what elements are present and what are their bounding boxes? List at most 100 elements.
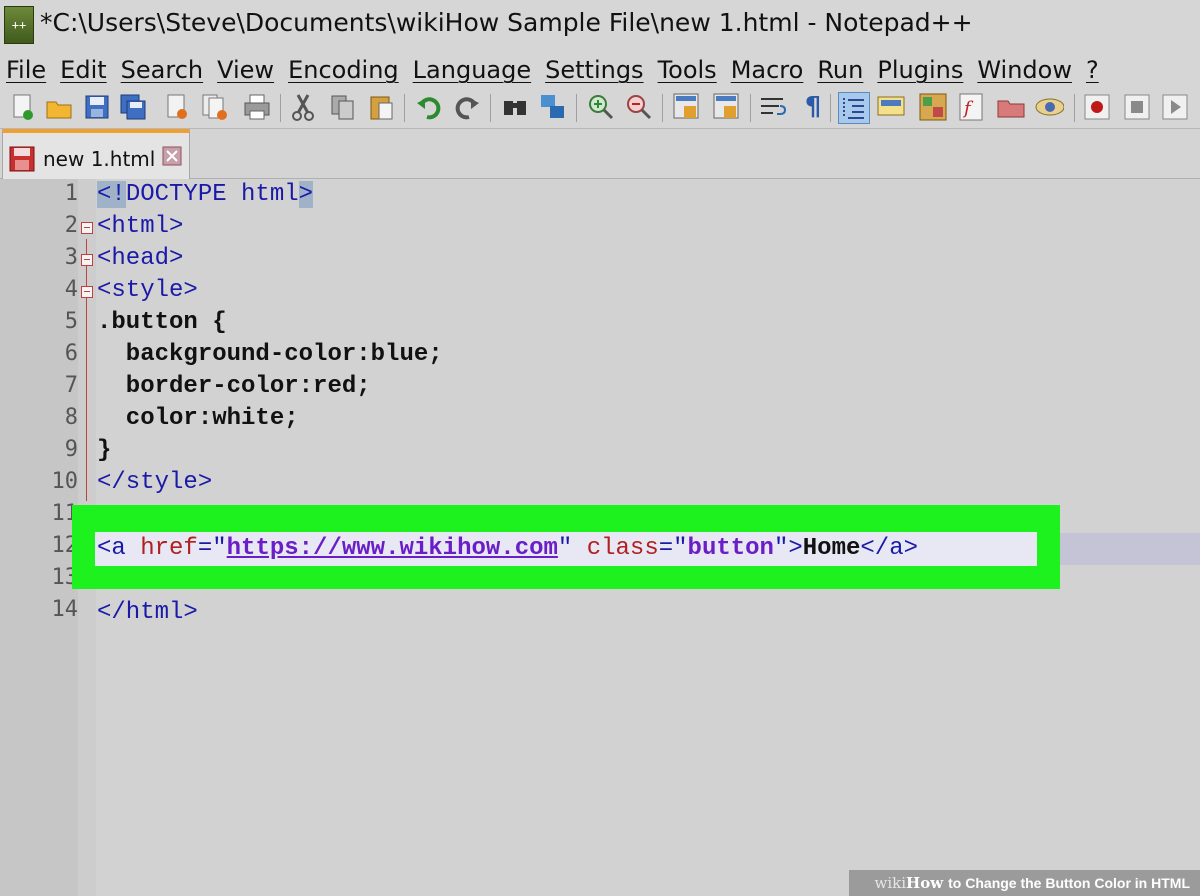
print-icon[interactable] (242, 92, 272, 122)
toolbar: ¶ f (0, 88, 1200, 129)
code-token: class (586, 535, 659, 562)
cut-icon[interactable] (288, 92, 318, 122)
line-number: 7 (64, 373, 78, 398)
code-line-5[interactable]: .button { (97, 307, 227, 339)
code-line-14[interactable]: </html> (97, 597, 198, 629)
menu-settings[interactable]: Settings (545, 56, 643, 84)
line-number: 4 (64, 277, 78, 302)
code-token: =" (658, 535, 688, 562)
menu-window[interactable]: Window (977, 56, 1072, 84)
close-tab-icon[interactable] (162, 146, 182, 170)
title-bar: ++ *C:\Users\Steve\Documents\wikiHow Sam… (0, 0, 1200, 52)
code-token: href (140, 535, 198, 562)
undo-icon[interactable] (414, 92, 444, 122)
sync-horizontal-icon[interactable] (712, 92, 742, 122)
menu-encoding[interactable]: Encoding (288, 56, 399, 84)
code-token: </a> (860, 535, 918, 562)
save-icon[interactable] (82, 92, 112, 122)
tab-label: new 1.html (43, 147, 156, 171)
menu-file[interactable]: File (6, 56, 46, 84)
line-number: 14 (51, 597, 79, 622)
replace-icon[interactable] (538, 92, 568, 122)
zoom-out-icon[interactable] (624, 92, 654, 122)
line-number: 5 (64, 309, 78, 334)
zoom-in-icon[interactable] (586, 92, 616, 122)
menu-run[interactable]: Run (817, 56, 863, 84)
menu-search[interactable]: Search (121, 56, 203, 84)
code-line-6[interactable]: background-color:blue; (97, 339, 443, 371)
menu-tools[interactable]: Tools (658, 56, 717, 84)
sync-vertical-icon[interactable] (672, 92, 702, 122)
code-token: button (687, 535, 774, 562)
code-token: <a (97, 535, 141, 562)
new-file-icon[interactable] (8, 92, 38, 122)
code-line-9[interactable]: } (97, 435, 111, 467)
line-number: 11 (51, 501, 79, 526)
paste-icon[interactable] (366, 92, 396, 122)
doc-map-icon[interactable] (918, 92, 948, 122)
line-number: 1 (64, 181, 78, 206)
show-all-characters-icon[interactable]: ¶ (798, 92, 828, 122)
monitoring-icon[interactable] (1034, 92, 1064, 122)
open-file-icon[interactable] (44, 92, 74, 122)
code-token: <! (97, 181, 126, 208)
code-token: " (557, 535, 587, 562)
tab-new-1-html[interactable]: new 1.html (2, 129, 190, 181)
function-list-icon[interactable]: f (956, 92, 986, 122)
fold-guide (86, 239, 87, 501)
watermark-caption: to Change the Button Color in HTML (948, 875, 1190, 891)
line-number: 8 (64, 405, 78, 430)
watermark-how: How (906, 874, 944, 892)
word-wrap-icon[interactable] (758, 92, 788, 122)
tab-strip: new 1.html (0, 129, 1200, 181)
code-link[interactable]: https://www.wikihow.com (227, 535, 558, 562)
folder-workspace-icon[interactable] (996, 92, 1026, 122)
redo-icon[interactable] (452, 92, 482, 122)
line-number: 9 (64, 437, 78, 462)
line-number: 10 (51, 469, 79, 494)
record-macro-icon[interactable] (1082, 92, 1112, 122)
code-token: > (298, 181, 314, 208)
code-token: "> (773, 535, 803, 562)
menu-help[interactable]: ? (1086, 56, 1099, 84)
code-line-10[interactable]: </style> (97, 467, 212, 499)
code-token: =" (197, 535, 227, 562)
code-token: Home (802, 535, 861, 562)
code-line-7[interactable]: border-color:red; (97, 371, 371, 403)
code-line-2[interactable]: <html> (97, 211, 183, 243)
editor[interactable]: 1 2 3 4 5 6 7 8 9 10 11 12 13 14 <!DOCTY… (0, 179, 1200, 896)
line-number: 6 (64, 341, 78, 366)
line-number-gutter: 1 2 3 4 5 6 7 8 9 10 11 12 13 14 (0, 179, 78, 896)
menu-language[interactable]: Language (413, 56, 531, 84)
window-title: *C:\Users\Steve\Documents\wikiHow Sample… (40, 8, 973, 37)
wikihow-watermark: wiki How to Change the Button Color in HTM… (848, 870, 1200, 896)
line-number: 3 (64, 245, 78, 270)
udl-icon[interactable] (876, 92, 906, 122)
menu-plugins[interactable]: Plugins (877, 56, 963, 84)
watermark-wiki: wiki (874, 874, 907, 892)
close-icon[interactable] (162, 92, 192, 122)
fold-toggle-icon[interactable] (81, 286, 93, 298)
code-token: DOCTYPE html (125, 181, 299, 208)
find-icon[interactable] (500, 92, 530, 122)
menu-view[interactable]: View (217, 56, 274, 84)
close-all-icon[interactable] (200, 92, 230, 122)
code-line-4[interactable]: <style> (97, 275, 198, 307)
save-all-icon[interactable] (118, 92, 148, 122)
menu-edit[interactable]: Edit (60, 56, 106, 84)
fold-toggle-icon[interactable] (81, 254, 93, 266)
code-line-12[interactable]: <a href="https://www.wikihow.com" class=… (97, 533, 918, 565)
play-macro-icon[interactable] (1160, 92, 1190, 122)
notepad-plus-plus-icon[interactable]: ++ (4, 6, 34, 44)
copy-icon[interactable] (328, 92, 358, 122)
menu-macro[interactable]: Macro (731, 56, 804, 84)
line-number: 12 (51, 533, 79, 558)
stop-recording-icon[interactable] (1122, 92, 1152, 122)
menu-bar: File Edit Search View Encoding Language … (0, 52, 1200, 88)
indent-guide-icon[interactable] (838, 92, 870, 124)
unsaved-file-icon (9, 146, 35, 176)
fold-toggle-icon[interactable] (81, 222, 93, 234)
code-line-8[interactable]: color:white; (97, 403, 299, 435)
code-line-1[interactable]: <!DOCTYPE html> (97, 179, 314, 211)
code-line-3[interactable]: <head> (97, 243, 183, 275)
